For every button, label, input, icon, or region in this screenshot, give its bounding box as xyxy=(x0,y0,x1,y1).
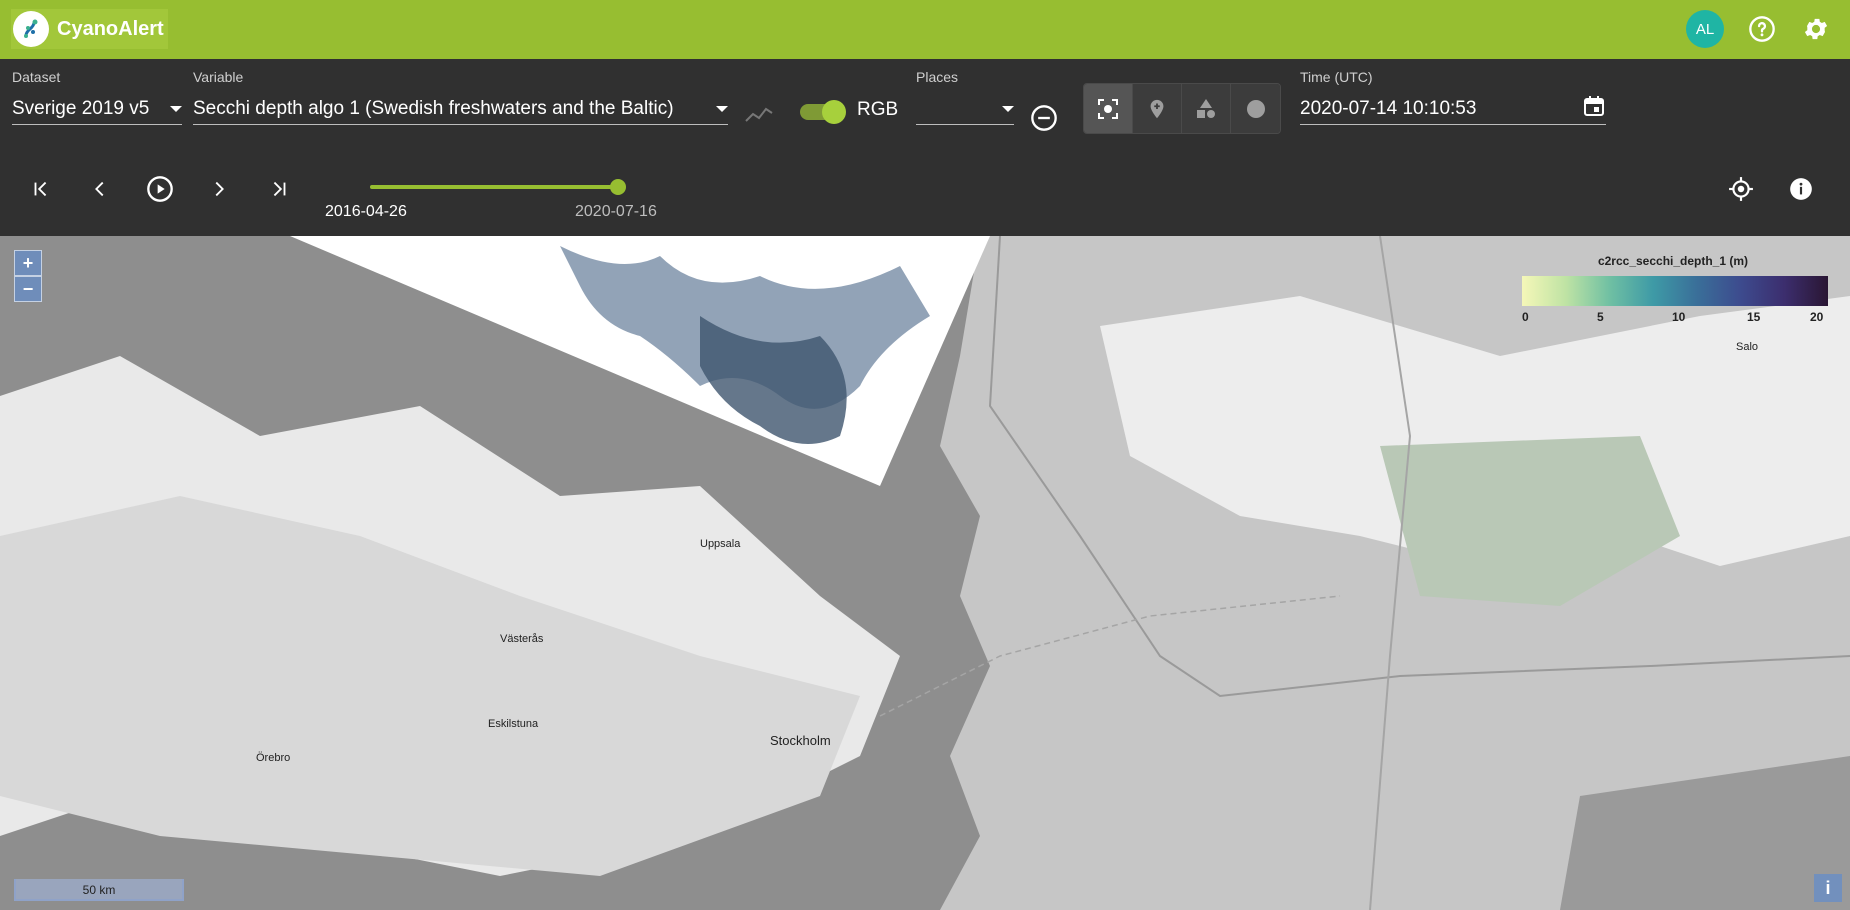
previous-step-icon[interactable] xyxy=(83,172,117,206)
variable-label: Variable xyxy=(193,69,244,85)
chevron-down-icon xyxy=(170,105,182,112)
places-select[interactable] xyxy=(916,93,1014,125)
first-step-icon[interactable] xyxy=(24,172,58,206)
app-header: CyanoAlert AL xyxy=(0,0,1850,59)
remove-place-icon[interactable] xyxy=(1030,104,1058,137)
dataset-field: Dataset Sverige 2019 v5 xyxy=(12,69,182,125)
zoom-in-button[interactable]: + xyxy=(14,250,42,276)
legend-ticks: 0 5 10 15 20 xyxy=(1522,306,1828,324)
basemap xyxy=(0,236,1850,910)
help-icon[interactable] xyxy=(1746,13,1778,45)
play-icon[interactable] xyxy=(143,172,177,206)
time-slider-track[interactable] xyxy=(370,185,618,189)
dataset-value: Sverige 2019 v5 xyxy=(12,97,150,119)
legend-tick-label: 15 xyxy=(1747,310,1761,324)
rgb-label: RGB xyxy=(857,99,899,120)
control-bar: Dataset Sverige 2019 v5 Variable Secchi … xyxy=(0,59,1850,236)
dataset-select[interactable]: Sverige 2019 v5 xyxy=(12,93,182,125)
time-label: Time (UTC) xyxy=(1300,69,1373,85)
rgb-toggle[interactable] xyxy=(800,98,850,126)
app-name: CyanoAlert xyxy=(57,17,164,40)
map-viewport[interactable]: + − c2rcc_secchi_depth_1 (m) 0 5 10 15 20 Up… xyxy=(0,236,1850,910)
zoom-controls: + − xyxy=(14,250,42,302)
chevron-down-icon xyxy=(1002,105,1014,112)
legend-tick-label: 20 xyxy=(1810,310,1824,324)
my-location-icon[interactable] xyxy=(1724,172,1758,206)
place-label: Uppsala xyxy=(700,538,741,550)
time-slider-end: 2020-07-16 xyxy=(575,203,657,220)
info-icon[interactable] xyxy=(1784,172,1818,206)
user-avatar[interactable]: AL xyxy=(1686,10,1724,48)
places-field: Places xyxy=(916,69,1014,125)
time-input[interactable]: 2020-07-14 10:10:53 xyxy=(1300,93,1606,125)
time-slider-handle[interactable] xyxy=(610,179,626,195)
dataset-label: Dataset xyxy=(12,69,61,85)
place-label: Stockholm xyxy=(770,733,831,748)
calendar-icon[interactable] xyxy=(1582,94,1606,124)
place-label: Salo xyxy=(1736,341,1759,353)
places-label: Places xyxy=(916,69,959,85)
legend-tick-label: 5 xyxy=(1597,310,1604,324)
time-field: Time (UTC) 2020-07-14 10:10:53 xyxy=(1300,69,1606,125)
settings-gear-icon[interactable] xyxy=(1800,13,1832,45)
place-label: Eskilstuna xyxy=(488,718,539,730)
legend-tick-label: 10 xyxy=(1672,310,1686,324)
last-step-icon[interactable] xyxy=(262,172,296,206)
colorbar-legend: c2rcc_secchi_depth_1 (m) 0 5 10 15 20 xyxy=(1518,254,1828,324)
add-polygon-icon[interactable] xyxy=(1182,84,1231,133)
add-circle-icon[interactable] xyxy=(1231,84,1280,133)
timeseries-chart-icon[interactable] xyxy=(744,103,774,130)
variable-value: Secchi depth algo 1 (Swedish freshwaters… xyxy=(193,97,674,119)
variable-field: Variable Secchi depth algo 1 (Swedish fr… xyxy=(193,69,728,125)
time-value: 2020-07-14 10:10:53 xyxy=(1300,97,1477,119)
legend-tick-label: 0 xyxy=(1522,310,1529,324)
cyanoalert-logo-icon xyxy=(13,11,49,47)
place-label: Örebro xyxy=(256,752,291,764)
variable-select[interactable]: Secchi depth algo 1 (Swedish freshwaters… xyxy=(193,93,728,125)
select-mode-icon[interactable] xyxy=(1084,84,1133,133)
legend-colorbar xyxy=(1522,276,1828,306)
attribution-info-icon[interactable]: i xyxy=(1814,874,1842,902)
add-point-icon[interactable] xyxy=(1133,84,1182,133)
chevron-down-icon xyxy=(716,105,728,112)
next-step-icon[interactable] xyxy=(202,172,236,206)
time-slider-start: 2016-04-26 xyxy=(325,203,407,220)
zoom-out-button[interactable]: − xyxy=(14,276,42,302)
map-interaction-mode-group xyxy=(1083,83,1281,134)
legend-title: c2rcc_secchi_depth_1 (m) xyxy=(1597,254,1749,268)
map-scale-bar: 50 km xyxy=(14,879,184,901)
app-brand[interactable]: CyanoAlert xyxy=(11,9,168,49)
place-label: Västerås xyxy=(500,633,544,645)
